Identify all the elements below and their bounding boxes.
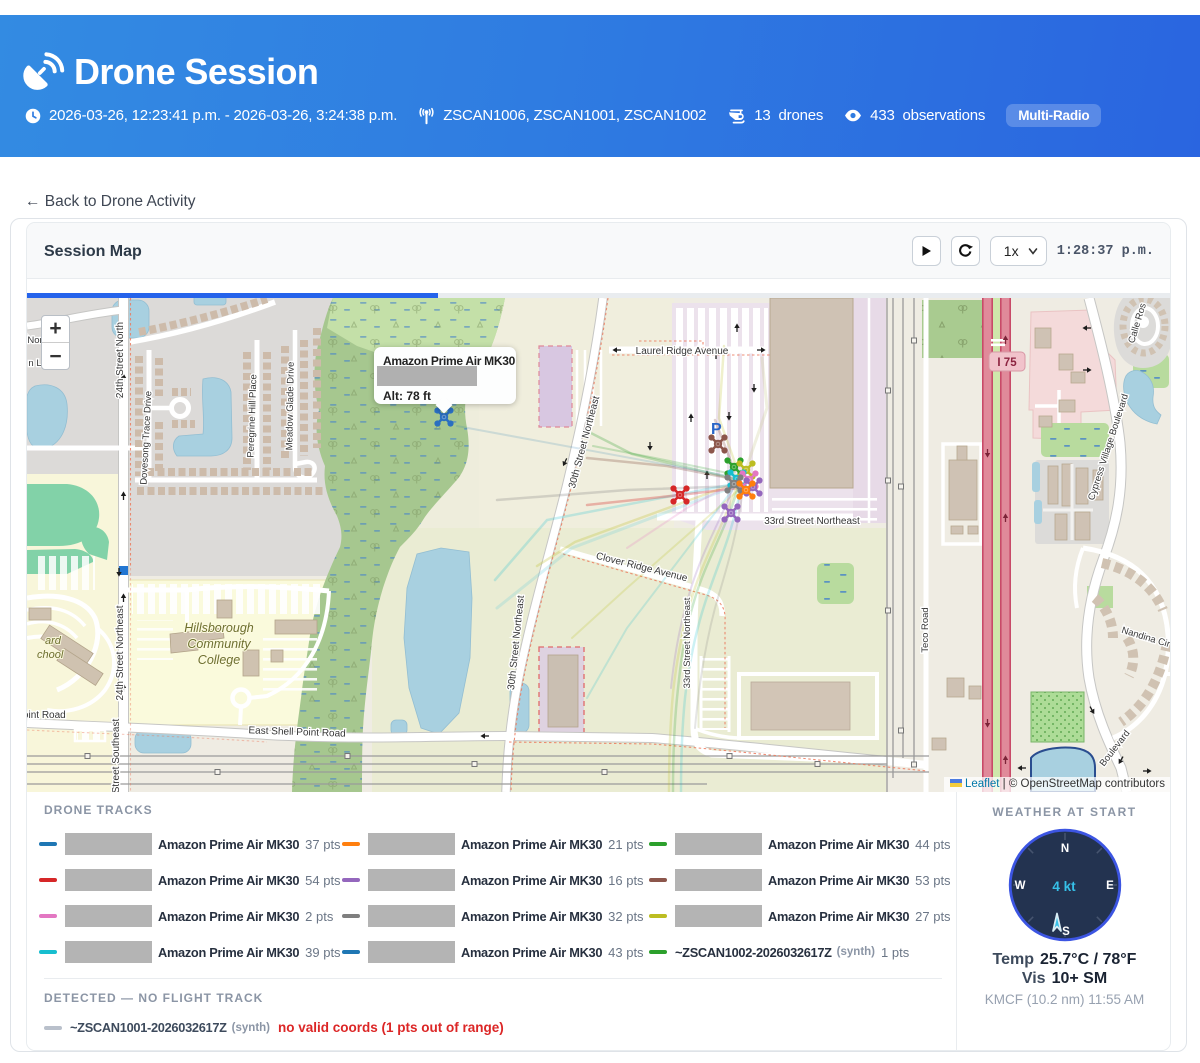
svg-text:N: N <box>1061 843 1069 855</box>
svg-text:Laurel Ridge Avenue: Laurel Ridge Avenue <box>636 346 729 357</box>
svg-text:W: W <box>1015 880 1026 892</box>
svg-text:Teco Road: Teco Road <box>920 607 931 652</box>
svg-text:I 75: I 75 <box>997 357 1017 369</box>
svg-text:24th Street Northeast: 24th Street Northeast <box>115 605 126 700</box>
svg-text:4 kt: 4 kt <box>1052 879 1076 894</box>
svg-text:E: E <box>1106 880 1114 892</box>
svg-text:33rd Street Northeast: 33rd Street Northeast <box>682 597 693 688</box>
svg-text:Street Southeast: Street Southeast <box>111 719 122 792</box>
svg-text:Hillsborough: Hillsborough <box>184 621 254 635</box>
svg-text:chool: chool <box>37 649 64 661</box>
svg-text:n L: n L <box>28 358 41 369</box>
svg-text:S: S <box>1062 926 1070 938</box>
svg-text:24th Street North: 24th Street North <box>115 322 126 398</box>
svg-text:Meadow Glade Drive: Meadow Glade Drive <box>284 362 297 451</box>
svg-text:College: College <box>198 653 240 667</box>
svg-text:33rd Street Northeast: 33rd Street Northeast <box>764 516 860 527</box>
svg-text:Community: Community <box>187 637 251 651</box>
svg-text:ard: ard <box>45 635 62 647</box>
svg-text:Point Road: Point Road <box>27 710 66 721</box>
